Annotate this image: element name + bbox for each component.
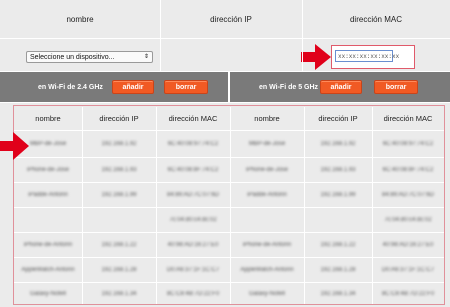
chevron-updown-icon: ⇕ bbox=[143, 54, 149, 60]
divider bbox=[0, 38, 450, 39]
divider bbox=[0, 71, 450, 72]
table-highlight-frame bbox=[13, 105, 445, 305]
wifi5-add-button[interactable]: añadir bbox=[320, 80, 362, 94]
header-mac: dirección MAC bbox=[349, 14, 402, 24]
header-name: nombre bbox=[66, 14, 94, 24]
wifi5-label: en Wi-Fi de 5 GHz bbox=[259, 84, 319, 91]
mac-input-placeholder: xx:xx:xx:xx:xx:xx bbox=[338, 52, 400, 60]
wifi24-label: en Wi-Fi de 2.4 GHz bbox=[38, 84, 103, 91]
header-ip: dirección IP bbox=[210, 14, 252, 24]
wifi5-delete-button[interactable]: borrar bbox=[374, 80, 418, 94]
divider bbox=[228, 72, 230, 102]
divider bbox=[302, 0, 303, 72]
device-select[interactable]: Seleccione un dispositivo... ⇕ bbox=[26, 51, 153, 63]
device-select-value: Seleccione un dispositivo... bbox=[30, 53, 115, 61]
annotation-arrow-right-icon bbox=[301, 44, 331, 70]
annotation-arrow-right-icon bbox=[0, 132, 29, 160]
divider bbox=[160, 0, 161, 72]
mac-input[interactable]: xx:xx:xx:xx:xx:xx bbox=[335, 50, 399, 62]
wifi24-delete-button[interactable]: borrar bbox=[164, 80, 208, 94]
wifi24-add-button[interactable]: añadir bbox=[112, 80, 154, 94]
